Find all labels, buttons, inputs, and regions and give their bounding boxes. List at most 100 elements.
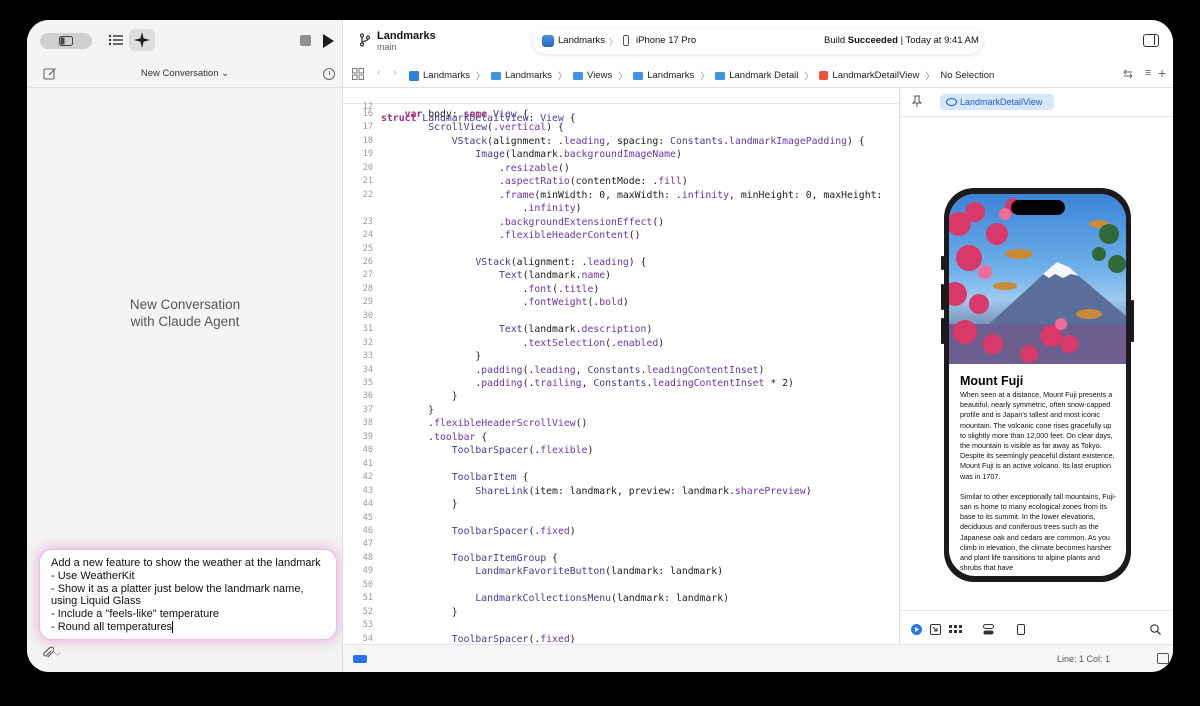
line-number: 42: [362, 472, 373, 483]
cursor-position: Line: 1 Col: 1: [1057, 654, 1111, 664]
window-toolbar: Landmarks main Landmarks 〉 iPhone 17 Pro…: [343, 20, 1173, 62]
selectable-icon[interactable]: [930, 624, 941, 635]
line-number: 40: [362, 445, 373, 456]
code-line: ToolbarSpacer(.flexible): [451, 445, 594, 457]
build-status-result: Succeeded: [847, 35, 898, 46]
device-settings-icon[interactable]: [983, 624, 994, 635]
line-number: 41: [362, 458, 373, 469]
build-status: Build Succeeded | Today at 9:41 AM: [824, 35, 979, 46]
empty-state-subtitle: with Claude Agent: [130, 314, 240, 329]
line-number: 46: [362, 525, 373, 536]
sidebar-toggle-button[interactable]: [40, 33, 92, 49]
code-line: ToolbarSpacer(.fixed): [451, 525, 576, 537]
breadcrumb-item[interactable]: LandmarkDetailView: [819, 70, 919, 81]
jump-bar: ‹ › Landmarks 〉 Landmarks 〉 Views 〉 Land…: [343, 62, 1173, 88]
breadcrumb-separator: 〉: [925, 71, 935, 81]
breadcrumb-label: Landmarks: [505, 70, 553, 81]
code-line: .fontWeight(.bold): [381, 297, 629, 309]
sticky-scope-header: 12 struct LandmarkDetailView: View {: [343, 88, 899, 124]
breadcrumb-label: Views: [587, 70, 613, 81]
breadcrumb-label: Landmark Detail: [729, 70, 799, 81]
breadcrumb-item[interactable]: Landmarks: [491, 70, 552, 81]
code-line: }: [381, 404, 435, 416]
panel-toggle-icon[interactable]: [1157, 653, 1169, 664]
folder-icon: [573, 71, 584, 80]
line-number: 18: [362, 135, 373, 146]
app-icon: [542, 35, 554, 47]
iphone-preview: Mount Fuji When seen at a distance, Moun…: [941, 188, 1134, 582]
prompt-line: - Round all temperatures: [51, 620, 173, 633]
list-icon[interactable]: [107, 31, 125, 49]
code-line: .toolbar {: [381, 431, 488, 443]
run-button[interactable]: [323, 34, 334, 48]
prompt-input[interactable]: Add a new feature to show the weather at…: [40, 550, 336, 639]
live-preview-icon[interactable]: [911, 624, 922, 635]
folder-icon: [633, 71, 644, 80]
line-number: 51: [362, 593, 373, 604]
code-line: .frame(minWidth: 0, maxWidth: .infinity,…: [381, 189, 883, 201]
folder-icon: [715, 71, 726, 80]
add-editor-icon[interactable]: +: [1158, 65, 1166, 81]
breadcrumb-separator: 〉: [804, 71, 814, 81]
line-number: 53: [362, 620, 373, 631]
pin-icon[interactable]: [912, 95, 922, 107]
line-number: 39: [362, 431, 373, 442]
variants-icon[interactable]: [949, 624, 962, 635]
line-number: 52: [362, 606, 373, 617]
line-number: 27: [362, 270, 373, 281]
phone-screen[interactable]: Mount Fuji When seen at a distance, Moun…: [949, 194, 1126, 576]
line-number: 47: [362, 539, 373, 550]
code-line: ToolbarSpacer(.fixed): [451, 633, 576, 644]
back-arrow-icon[interactable]: ‹: [377, 67, 381, 79]
inspector-toggle-button[interactable]: [1143, 34, 1159, 47]
line-number: 35: [362, 378, 373, 388]
editor-options-icon[interactable]: ≡: [1145, 67, 1151, 79]
breadcrumb-item[interactable]: Views: [573, 70, 612, 81]
related-items-icon[interactable]: [352, 68, 364, 80]
swap-icon[interactable]: ⇆: [1123, 67, 1133, 81]
description-paragraph: Similar to other exceptionally tall moun…: [960, 491, 1117, 573]
breadcrumb-label: Landmarks: [423, 70, 470, 81]
line-number: 34: [362, 364, 373, 375]
text-caret: [172, 621, 174, 634]
debug-status-bar: Line: 1 Col: 1: [343, 644, 1173, 672]
canvas-bottom-bar: [901, 610, 1173, 644]
volume-down-button: [941, 318, 944, 344]
build-status-time: | Today at 9:41 AM: [897, 35, 979, 46]
iphone-icon: [623, 35, 629, 46]
breadcrumb-item[interactable]: No Selection: [940, 70, 994, 81]
code-line: ShareLink(item: landmark, preview: landm…: [475, 485, 812, 497]
project-name[interactable]: Landmarks: [377, 30, 436, 42]
landmark-hero-image: [949, 194, 1126, 364]
forward-arrow-icon[interactable]: ›: [393, 67, 397, 79]
breadcrumb-item[interactable]: Landmarks: [409, 70, 470, 81]
breadcrumb-item[interactable]: Landmark Detail: [715, 70, 798, 81]
coding-assistant-button[interactable]: [129, 29, 155, 51]
code-line: .aspectRatio(contentMode: .fill): [381, 176, 688, 188]
swift-file-icon: [819, 71, 829, 80]
conversation-title: New Conversation: [140, 68, 219, 79]
zoom-icon[interactable]: [1150, 624, 1161, 635]
run-destination[interactable]: iPhone 17 Pro: [636, 35, 696, 46]
description-paragraph: When seen at a distance, Mount Fuji pres…: [960, 390, 1115, 481]
device-icon[interactable]: [1017, 624, 1025, 635]
breadcrumb-item[interactable]: Landmarks: [633, 70, 694, 81]
divider: [901, 116, 1173, 117]
history-icon[interactable]: [323, 68, 335, 80]
build-status-prefix: Build: [824, 35, 848, 46]
code-line: Text(landmark.description): [498, 324, 653, 336]
attach-button[interactable]: ⌵: [42, 645, 68, 659]
scheme-separator: 〉: [609, 37, 619, 47]
scheme-selector[interactable]: Landmarks: [558, 35, 605, 46]
debug-area-toggle[interactable]: [353, 655, 367, 663]
attach-chevron: ⌵: [54, 647, 61, 658]
line-number: 48: [362, 552, 373, 563]
source-editor[interactable]: 12 struct LandmarkDetailView: View { 16 …: [343, 88, 900, 644]
conversation-menu[interactable]: New Conversation ⌄: [27, 68, 343, 79]
prompt-line: using Liquid Glass: [51, 595, 141, 608]
code-line: .flexibleHeaderContent(): [381, 230, 641, 242]
preview-tab[interactable]: LandmarkDetailView: [940, 94, 1054, 110]
stop-button[interactable]: [300, 35, 311, 46]
line-number: 45: [362, 512, 373, 523]
activity-viewer: Landmarks 〉 iPhone 17 Pro Build Succeede…: [533, 28, 983, 54]
